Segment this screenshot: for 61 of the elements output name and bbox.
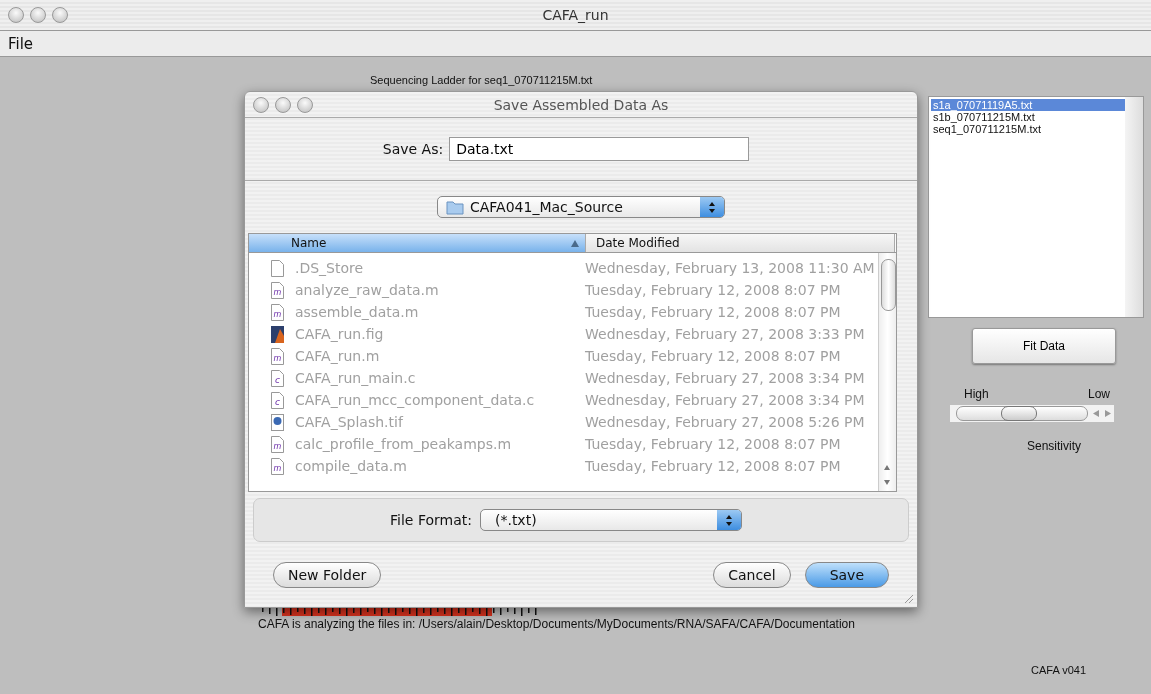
- file-date: Tuesday, February 12, 2008 8:07 PM: [585, 282, 841, 298]
- dialog-close-button[interactable]: [253, 96, 269, 113]
- figure-file-icon: [271, 325, 284, 343]
- window-zoom-button[interactable]: [52, 7, 68, 23]
- menu-item[interactable]: File: [8, 34, 34, 53]
- folder-popup[interactable]: CAFA041_Mac_Source: [437, 196, 725, 218]
- file-date: Wednesday, February 27, 2008 3:33 PM: [585, 326, 865, 342]
- dialog-zoom-button[interactable]: [297, 96, 313, 113]
- window-minimize-button[interactable]: [30, 7, 46, 23]
- folder-icon: [446, 199, 464, 215]
- scroll-arrows-icon[interactable]: [883, 463, 891, 487]
- file-date: Tuesday, February 12, 2008 8:07 PM: [585, 458, 841, 474]
- scrollbar[interactable]: [878, 253, 896, 491]
- document-icon: c: [271, 391, 284, 409]
- document-icon: m: [271, 435, 284, 453]
- left-arrow-icon[interactable]: [1093, 410, 1099, 417]
- status-text: CAFA is analyzing the files in: /Users/alain/Desktop/Documents/MyDocuments/RNA/SAFA/CAFA/Documentation: [258, 617, 855, 631]
- file-list-item[interactable]: seq1_070711215M.txt: [931, 123, 1125, 135]
- file-date: Wednesday, February 27, 2008 3:34 PM: [585, 370, 865, 386]
- window-close-button[interactable]: [8, 7, 24, 23]
- document-icon: m: [271, 281, 284, 299]
- document-icon: c: [271, 369, 284, 387]
- filename-field[interactable]: Data.txt: [449, 137, 750, 161]
- slider-thumb[interactable]: [1001, 406, 1038, 421]
- new-folder-button[interactable]: New Folder: [273, 562, 382, 588]
- chart-title: Sequencing Ladder for seq1_070711215M.txt: [370, 74, 593, 86]
- file-format-label: File Format:: [390, 512, 472, 528]
- file-date: Wednesday, February 13, 2008 11:30 AM: [585, 260, 875, 276]
- file-date: Tuesday, February 12, 2008 8:07 PM: [585, 348, 841, 364]
- column-header[interactable]: Date Modified: [586, 234, 895, 252]
- dialog-minimize-button[interactable]: [275, 96, 291, 113]
- column-header[interactable]: Name: [249, 234, 586, 252]
- file-format-popup[interactable]: (*.txt): [479, 509, 742, 531]
- cancel-button[interactable]: Cancel: [713, 562, 791, 588]
- file-date: Wednesday, February 27, 2008 3:34 PM: [585, 392, 865, 408]
- resize-grip-icon[interactable]: [902, 592, 914, 604]
- sort-arrow-icon: [571, 239, 579, 247]
- stepper-icon: [709, 201, 715, 213]
- scrollbar-thumb[interactable]: [881, 259, 896, 311]
- fit-data-button[interactable]: Fit Data: [972, 328, 1116, 364]
- file-list-item[interactable]: s1b_070711215M.txt: [931, 111, 1125, 123]
- file-date: Wednesday, February 27, 2008 5:26 PM: [585, 414, 865, 430]
- file-list-item[interactable]: s1a_07071119A5.txt: [931, 99, 1125, 111]
- file-date: Tuesday, February 12, 2008 8:07 PM: [585, 304, 841, 320]
- version-label: CAFA v041: [1031, 664, 1087, 676]
- slider-label: High: [964, 387, 989, 401]
- image-file-icon: [271, 413, 284, 431]
- stepper-icon: [725, 514, 732, 526]
- right-arrow-icon[interactable]: [1105, 410, 1111, 417]
- slider-caption: Sensitivity: [1026, 439, 1082, 453]
- document-icon: m: [271, 457, 284, 475]
- file-listbox[interactable]: s1a_07071119A5.txt s1b_070711215M.txt seq1_070711215M.txt: [928, 96, 1144, 318]
- save-button[interactable]: Save: [804, 562, 889, 588]
- document-icon: m: [271, 303, 284, 321]
- file-date: Tuesday, February 12, 2008 8:07 PM: [585, 436, 841, 452]
- save-as-label: Save As:: [382, 141, 444, 157]
- document-icon: [271, 259, 284, 277]
- dialog-title: Save Assembled Data As: [493, 96, 669, 113]
- window-title: CAFA_run: [542, 7, 609, 23]
- document-icon: m: [271, 347, 284, 365]
- slider-label: Low: [1088, 387, 1110, 401]
